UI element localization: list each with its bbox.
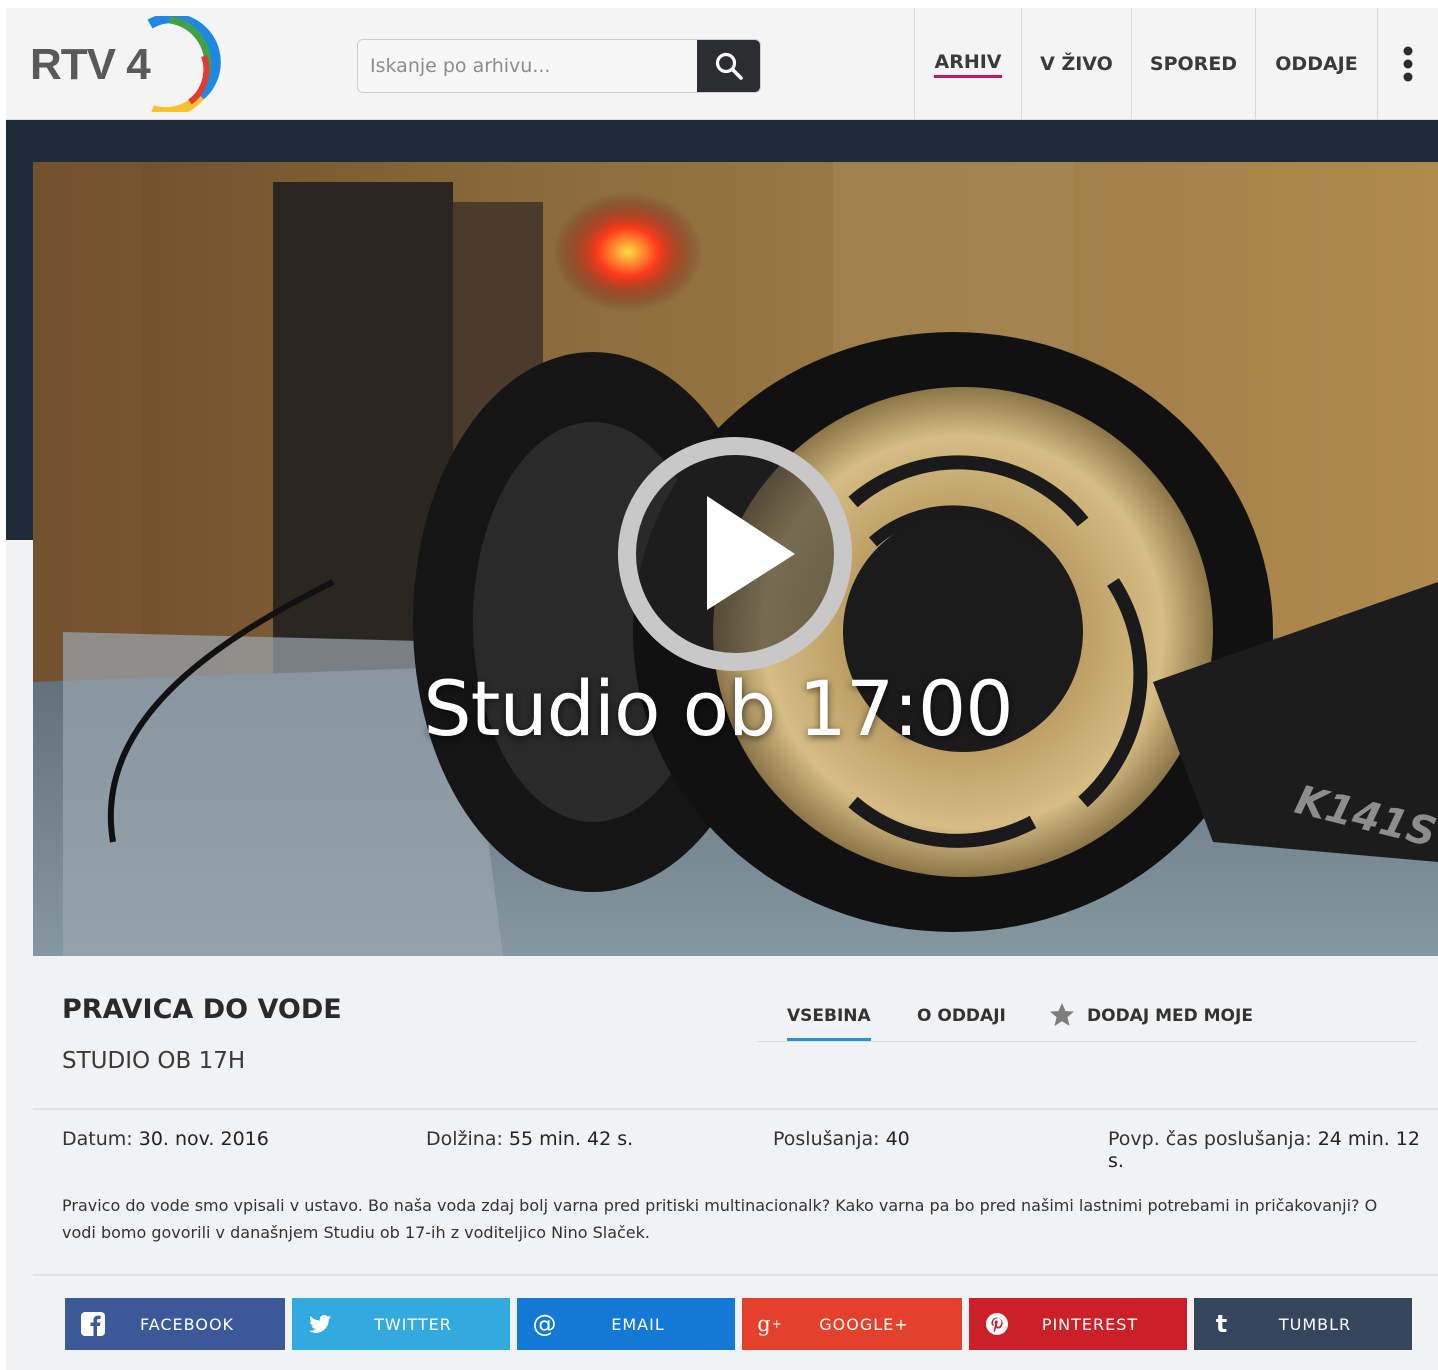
share-pinterest-label: PINTEREST [1041, 1314, 1139, 1334]
meta-plays: Poslušanja: 40 [773, 1128, 910, 1150]
share-email-button[interactable]: @ EMAIL [517, 1298, 735, 1350]
meta-avg-label: Povp. čas poslušanja: [1108, 1128, 1312, 1150]
share-twitter-button[interactable]: TWITTER [292, 1298, 510, 1350]
meta-length-label: Dolžina: [426, 1128, 503, 1150]
share-facebook-button[interactable]: FACEBOOK [65, 1298, 285, 1350]
share-tumblr-button[interactable]: t TUMBLR [1194, 1298, 1412, 1350]
nav-item-label: ODDAJE [1275, 53, 1358, 75]
rtv4-logo[interactable]: RTV 4 [30, 16, 221, 116]
nav-item-label: V ŽIVO [1040, 53, 1113, 75]
meta-plays-value: 40 [885, 1128, 910, 1150]
episode-title: PRAVICA DO VODE [62, 994, 342, 1025]
meta-date: Datum: 30. nov. 2016 [62, 1128, 269, 1150]
share-googleplus-label: GOOGLE+ [819, 1314, 909, 1334]
more-menu-button[interactable] [1377, 8, 1437, 120]
nav-item-arhiv[interactable]: ARHIV [914, 8, 1021, 120]
tab-dodaj-med-moje[interactable]: DODAJ MED MOJE [1087, 1006, 1253, 1026]
episode-tabs: VSEBINA O ODDAJI DODAJ MED MOJE [757, 996, 1417, 1042]
meta-length-value: 55 min. 42 s. [508, 1128, 634, 1150]
nav-item-oddaje[interactable]: ODDAJE [1255, 8, 1377, 120]
share-facebook-label: FACEBOOK [139, 1314, 235, 1334]
share-googleplus-button[interactable]: g + GOOGLE+ [742, 1298, 962, 1350]
kebab-menu-icon [1403, 46, 1412, 82]
tab-vsebina[interactable]: VSEBINA [787, 1006, 871, 1041]
logo-swirl-icon [147, 16, 221, 112]
search-button[interactable] [697, 40, 760, 92]
tab-o-oddaji[interactable]: O ODDAJI [917, 1006, 1006, 1026]
header: RTV 4 ARHIV V ŽIVO [6, 8, 1438, 120]
divider [33, 1108, 1438, 1110]
hero-title: Studio ob 17:00 [423, 664, 1013, 753]
meta-date-value: 30. nov. 2016 [138, 1128, 269, 1150]
nav-item-spored[interactable]: SPORED [1131, 8, 1255, 120]
episode-info: PRAVICA DO VODE STUDIO OB 17H VSEBINA O … [33, 956, 1438, 1370]
share-tumblr-label: TUMBLR [1278, 1314, 1352, 1334]
meta-length: Dolžina: 55 min. 42 s. [426, 1128, 633, 1150]
nav-item-label: ARHIV [934, 51, 1002, 78]
meta-avg-listen: Povp. čas poslušanja: 24 min. 12 s. [1108, 1128, 1438, 1172]
meta-date-label: Datum: [62, 1128, 133, 1150]
main-nav: ARHIV V ŽIVO SPORED ODDAJE [914, 8, 1437, 120]
share-pinterest-button[interactable]: PINTEREST [969, 1298, 1187, 1350]
divider [33, 1274, 1438, 1276]
meta-plays-label: Poslušanja: [773, 1128, 880, 1150]
show-name: STUDIO OB 17H [62, 1048, 246, 1074]
episode-description: Pravico do vode smo vpisali v ustavo. Bo… [62, 1196, 1378, 1242]
search-box [357, 39, 761, 93]
search-input[interactable] [358, 40, 698, 92]
play-button[interactable] [615, 434, 855, 674]
nav-item-label: SPORED [1149, 53, 1238, 75]
share-email-label: EMAIL [611, 1314, 665, 1334]
search-icon [715, 52, 743, 80]
share-twitter-label: TWITTER [374, 1314, 452, 1334]
nav-item-v-zivo[interactable]: V ŽIVO [1021, 8, 1131, 120]
hero-image: K141STUDIO Studio ob 17:00 [33, 162, 1438, 956]
page: RTV 4 ARHIV V ŽIVO [0, 0, 1438, 1370]
star-icon[interactable] [1049, 1002, 1075, 1028]
